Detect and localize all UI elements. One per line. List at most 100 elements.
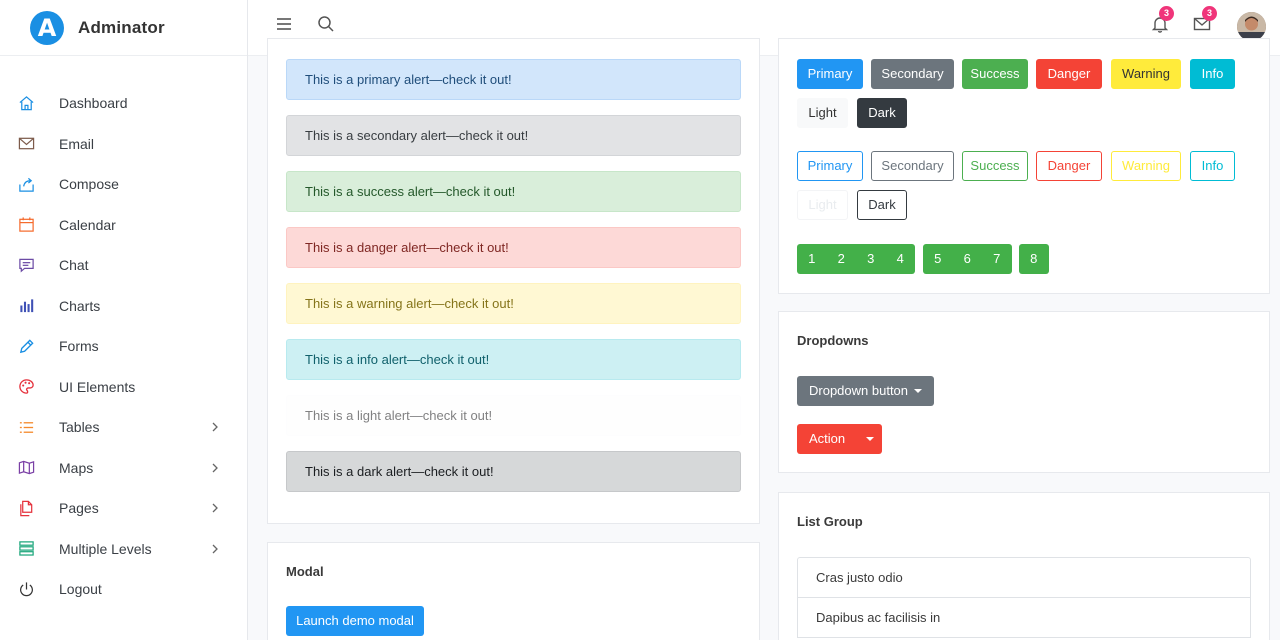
notifications-badge: 3 — [1159, 6, 1174, 21]
dropdown-button[interactable]: Dropdown button — [797, 376, 934, 406]
info-button[interactable]: Info — [1190, 59, 1235, 89]
sidebar-item-logout[interactable]: Logout — [0, 569, 248, 610]
sidebar-item-charts[interactable]: Charts — [0, 286, 248, 327]
page-button[interactable]: 2 — [827, 244, 857, 274]
messages-mail-icon[interactable]: 3 — [1192, 6, 1217, 34]
pagination-group: 1234 — [797, 244, 915, 274]
alert: This is a warning alert—check it out! — [286, 283, 741, 324]
calendar-icon — [17, 216, 35, 234]
alert: This is a danger alert—check it out! — [286, 227, 741, 268]
alert: This is a secondary alert—check it out! — [286, 115, 741, 156]
mail-icon — [17, 135, 35, 153]
brand[interactable]: A Adminator — [0, 0, 247, 56]
alerts-card: This is a primary alert—check it out! Thi… — [267, 38, 760, 524]
sidebar-item-dashboard[interactable]: Dashboard — [0, 83, 248, 124]
warning-button[interactable]: Warning — [1111, 59, 1181, 89]
pagination-group: 8 — [1019, 244, 1049, 274]
sidebar-item-label: Maps — [59, 459, 94, 476]
messages-badge: 3 — [1202, 6, 1217, 21]
files-icon — [17, 499, 35, 517]
menu-toggle-icon[interactable] — [274, 14, 294, 34]
light-outline-button[interactable]: Light — [797, 190, 848, 220]
page-button[interactable]: 6 — [953, 244, 983, 274]
share-icon — [17, 175, 35, 193]
layers-icon — [17, 540, 35, 558]
sidebar-item-label: UI Elements — [59, 378, 136, 395]
alert: This is a primary alert—check it out! — [286, 59, 741, 100]
secondary-outline-button[interactable]: Secondary — [871, 151, 954, 181]
dropdowns-card-title: Dropdowns — [797, 333, 869, 348]
chat-icon — [17, 256, 35, 274]
caret-down-icon — [866, 437, 874, 441]
secondary-button[interactable]: Secondary — [871, 59, 954, 89]
sidebar-item-ui-elements[interactable]: UI Elements — [0, 367, 248, 408]
success-button[interactable]: Success — [962, 59, 1028, 89]
split-action-button[interactable]: Action — [797, 424, 857, 454]
light-button[interactable]: Light — [797, 98, 848, 128]
chevron-right-icon — [210, 501, 220, 515]
brand-logo: A — [30, 10, 64, 45]
dark-outline-button[interactable]: Dark — [857, 190, 907, 220]
danger-button[interactable]: Danger — [1036, 59, 1102, 89]
sidebar-item-label: Calendar — [59, 216, 116, 233]
danger-outline-button[interactable]: Danger — [1036, 151, 1102, 181]
alert: This is a dark alert—check it out! — [286, 451, 741, 492]
dark-button[interactable]: Dark — [857, 98, 907, 128]
page-button[interactable]: 7 — [982, 244, 1012, 274]
pagination-group: 567 — [923, 244, 1012, 274]
sidebar-nav: Dashboard Email Compose Calendar Chat Charts F… — [0, 83, 248, 610]
sidebar-item-label: Email — [59, 135, 95, 152]
list-group-card-title: List Group — [797, 514, 863, 529]
primary-button[interactable]: Primary — [797, 59, 863, 89]
sidebar-item-label: Charts — [59, 297, 101, 314]
modal-card-title: Modal — [286, 564, 324, 579]
success-outline-button[interactable]: Success — [962, 151, 1028, 181]
map-icon — [17, 459, 35, 477]
palette-icon — [17, 378, 35, 396]
sidebar-item-label: Dashboard — [59, 95, 128, 112]
sidebar-item-email[interactable]: Email — [0, 124, 248, 165]
page-button[interactable]: 5 — [923, 244, 953, 274]
sidebar-item-multiple-levels[interactable]: Multiple Levels — [0, 529, 248, 570]
modal-card: Modal Launch demo modal — [267, 542, 760, 640]
page-button[interactable]: 1 — [797, 244, 827, 274]
pencil-icon — [17, 337, 35, 355]
sidebar-item-label: Pages — [59, 500, 99, 517]
sidebar-item-label: Logout — [59, 581, 102, 598]
search-icon[interactable] — [316, 14, 336, 34]
chevron-right-icon — [210, 542, 220, 556]
sidebar-item-calendar[interactable]: Calendar — [0, 205, 248, 246]
bar-chart-icon — [17, 297, 35, 315]
warning-outline-button[interactable]: Warning — [1111, 151, 1181, 181]
list-group-item[interactable]: Cras justo odio — [797, 557, 1251, 598]
buttons-card: Primary Secondary Success Danger Warning Info… — [778, 38, 1270, 294]
launch-demo-modal-button[interactable]: Launch demo modal — [286, 606, 424, 636]
dropdowns-card: Dropdowns Dropdown button Action — [778, 311, 1270, 473]
list-group-item[interactable]: Dapibus ac facilisis in — [797, 597, 1251, 638]
page-button[interactable]: 8 — [1019, 244, 1049, 274]
sidebar-item-chat[interactable]: Chat — [0, 245, 248, 286]
sidebar-item-forms[interactable]: Forms — [0, 326, 248, 367]
alert: This is a light alert—check it out! — [286, 395, 741, 436]
power-icon — [17, 580, 35, 598]
sidebar-item-label: Forms — [59, 338, 99, 355]
home-icon — [17, 94, 35, 112]
sidebar-item-compose[interactable]: Compose — [0, 164, 248, 205]
sidebar-item-tables[interactable]: Tables — [0, 407, 248, 448]
alert: This is a info alert—check it out! — [286, 339, 741, 380]
list-icon — [17, 418, 35, 436]
sidebar-item-maps[interactable]: Maps — [0, 448, 248, 489]
sidebar-item-label: Compose — [59, 176, 119, 193]
chevron-right-icon — [210, 461, 220, 475]
notifications-bell-icon[interactable]: 3 — [1150, 6, 1174, 34]
page-button[interactable]: 3 — [856, 244, 886, 274]
brand-name: Adminator — [78, 17, 165, 37]
sidebar-item-label: Multiple Levels — [59, 540, 152, 557]
page-button[interactable]: 4 — [886, 244, 916, 274]
info-outline-button[interactable]: Info — [1190, 151, 1235, 181]
split-dropdown-toggle[interactable] — [856, 424, 882, 454]
primary-outline-button[interactable]: Primary — [797, 151, 863, 181]
user-avatar[interactable] — [1237, 12, 1266, 41]
sidebar-item-pages[interactable]: Pages — [0, 488, 248, 529]
dropdown-button-label: Dropdown button — [809, 383, 909, 398]
